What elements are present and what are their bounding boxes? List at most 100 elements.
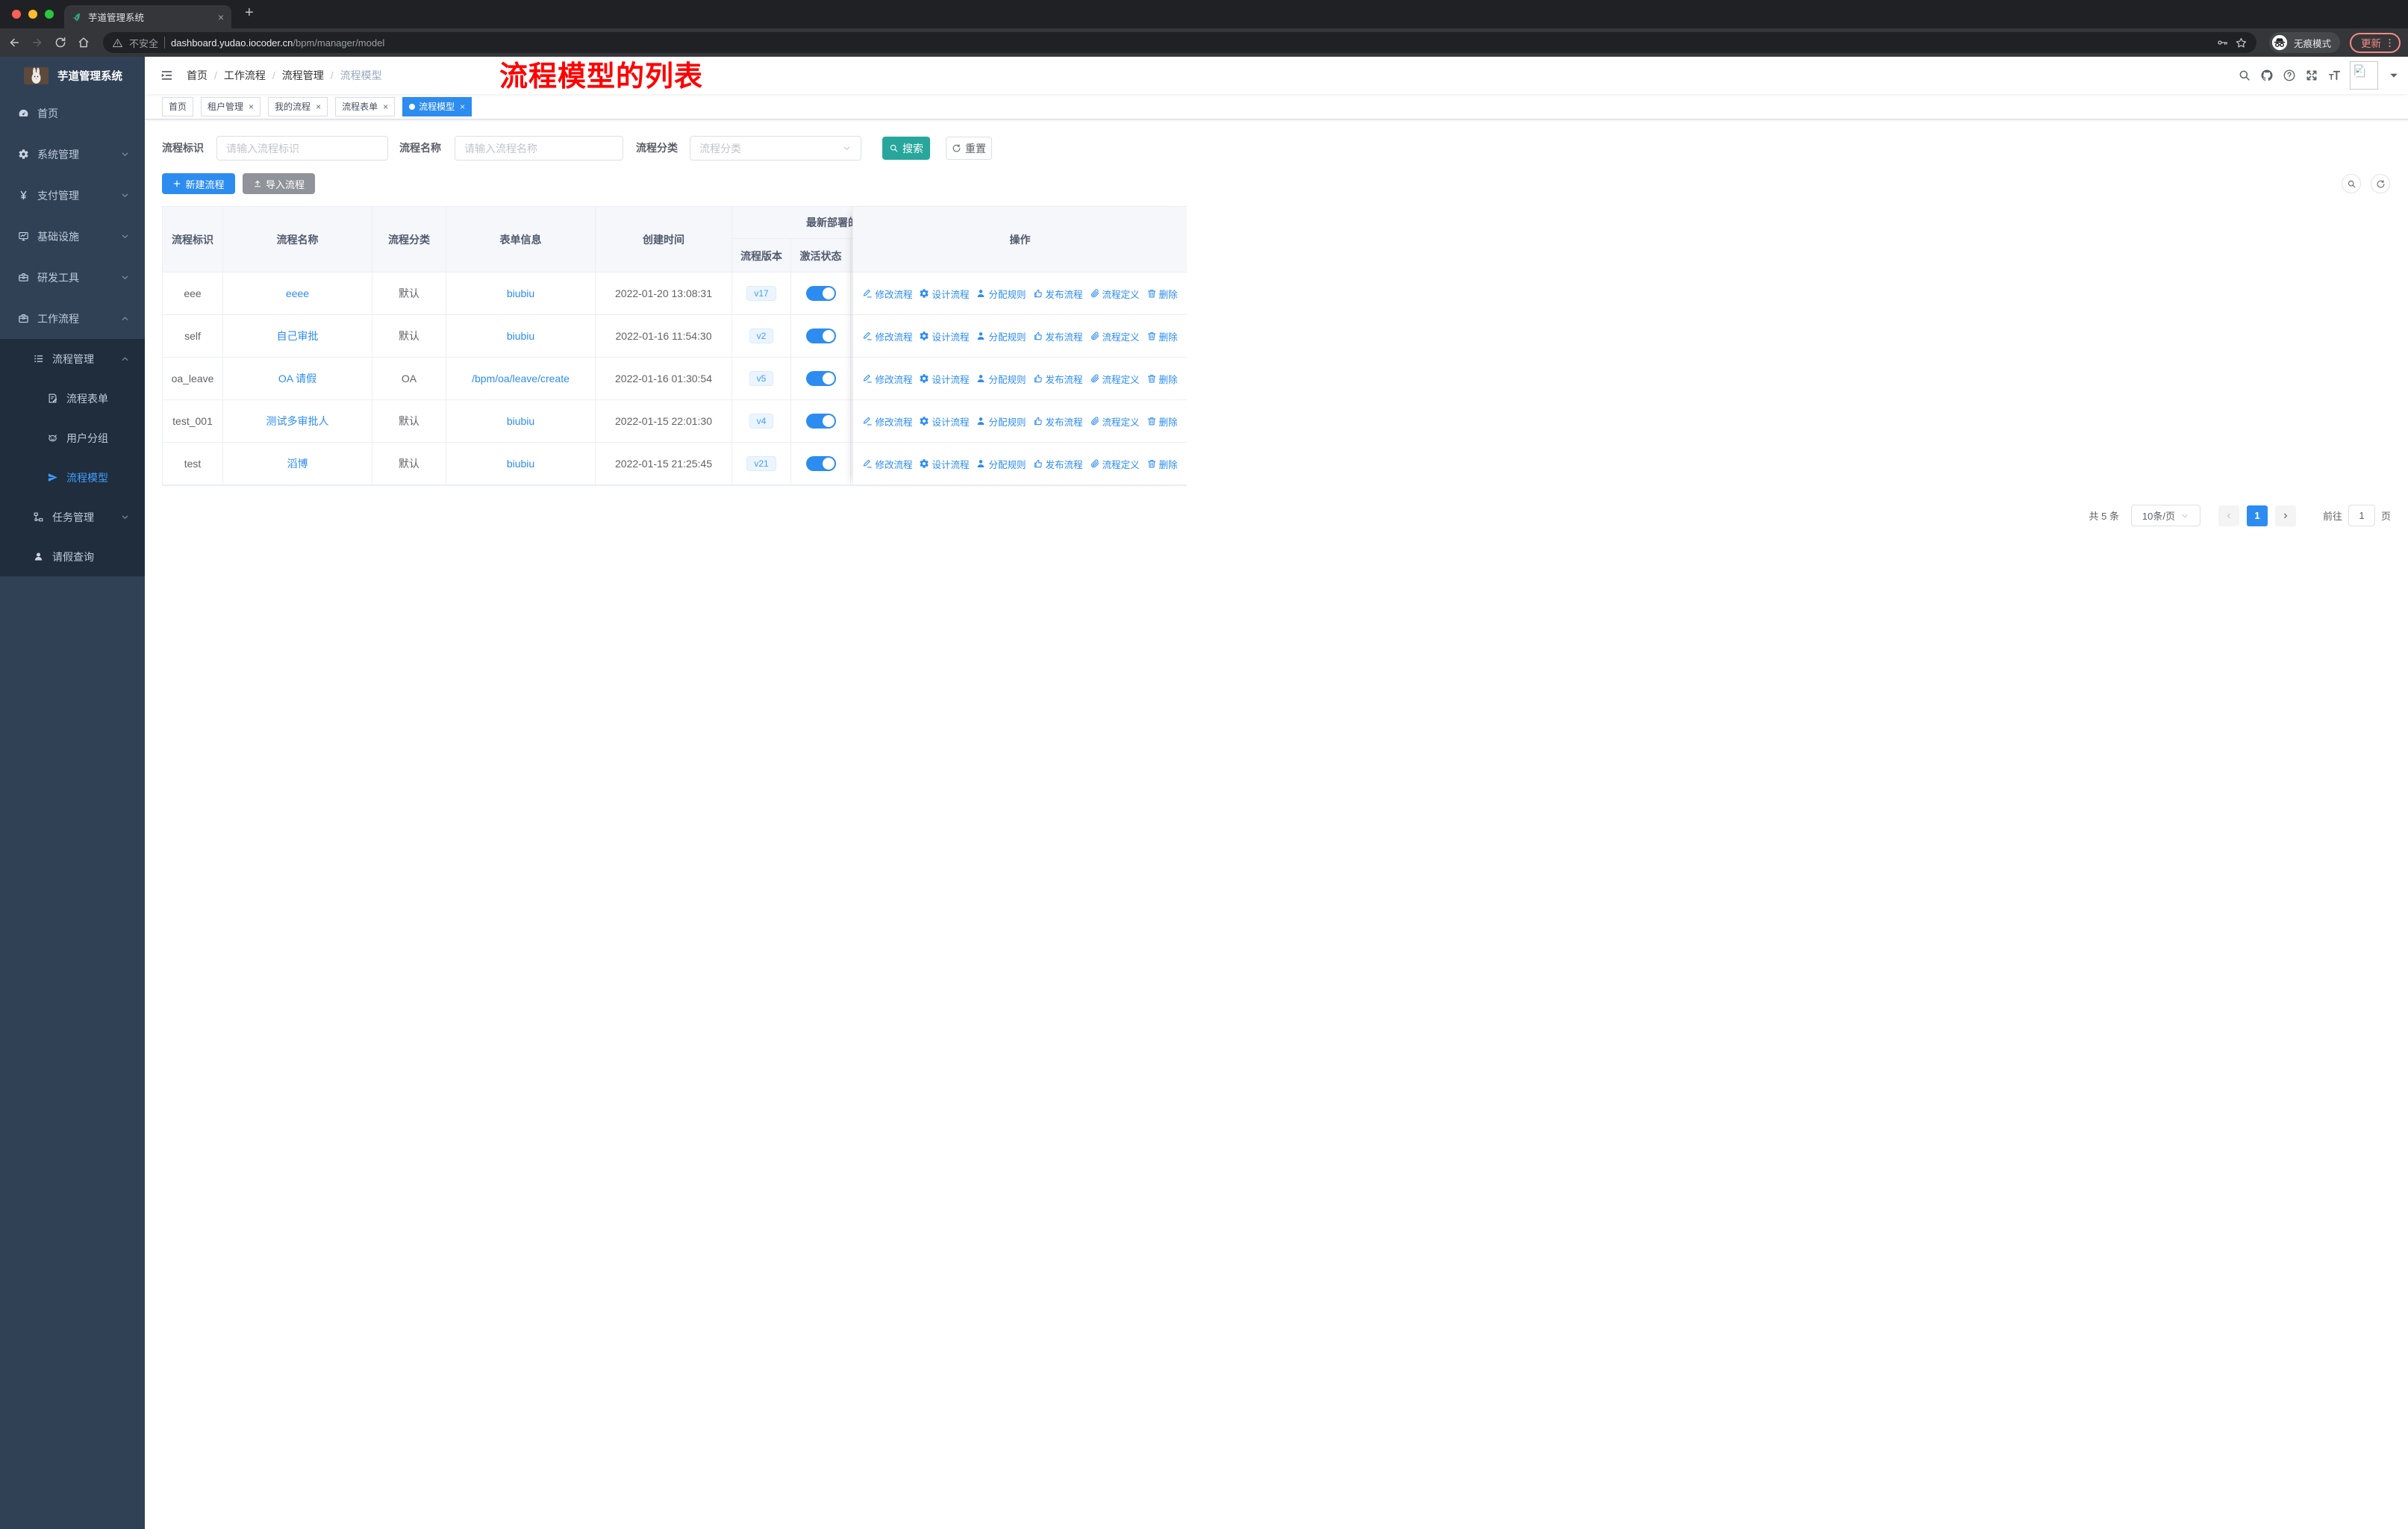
sidebar-item-流程管理[interactable]: 流程管理 [0,339,145,379]
action-设计流程[interactable]: 设计流程 [919,372,969,386]
page-size-select[interactable]: 10条/页 [2130,505,2200,526]
close-tag-icon[interactable]: × [316,102,321,112]
refresh-table-button[interactable] [2371,174,2390,193]
action-发布流程[interactable]: 发布流程 [1033,372,1083,386]
sidebar-item-流程表单[interactable]: 流程表单 [0,379,145,418]
active-toggle[interactable] [805,414,836,429]
close-tab-icon[interactable]: × [218,11,224,23]
action-设计流程[interactable]: 设计流程 [919,329,969,343]
next-page-button[interactable]: › [2274,505,2296,526]
action-修改流程[interactable]: 修改流程 [862,457,912,471]
action-设计流程[interactable]: 设计流程 [919,457,969,471]
form-info-link[interactable]: /bpm/oa/leave/create [472,373,570,384]
update-browser-button[interactable]: 更新 [2350,32,2401,53]
password-key-icon[interactable] [2217,37,2229,49]
current-page-button[interactable]: 1 [2246,505,2268,526]
action-删除[interactable]: 删除 [1147,457,1178,471]
action-删除[interactable]: 删除 [1147,329,1178,343]
prev-page-button[interactable]: ‹ [2218,505,2239,526]
collapse-sidebar-icon[interactable] [160,69,174,82]
back-icon[interactable] [7,36,21,49]
action-删除[interactable]: 删除 [1147,287,1178,301]
action-修改流程[interactable]: 修改流程 [862,414,912,429]
sidebar-item-流程模型[interactable]: 流程模型 [0,458,145,497]
action-流程定义[interactable]: 流程定义 [1090,457,1140,471]
process-name-link[interactable]: 测试多审批人 [266,414,329,429]
action-发布流程[interactable]: 发布流程 [1033,329,1083,343]
font-size-icon[interactable] [2327,69,2341,82]
action-分配规则[interactable]: 分配规则 [976,457,1026,471]
search-button[interactable]: 搜索 [882,137,930,160]
github-icon[interactable] [2260,69,2274,82]
process-name-link[interactable]: 滔博 [287,456,308,471]
form-info-link[interactable]: biubiu [507,415,534,427]
minimize-window-button[interactable] [28,10,37,19]
process-name-input[interactable]: 请输入流程名称 [455,136,623,161]
breadcrumb-item[interactable]: 工作流程 [224,68,266,83]
sidebar-item-任务管理[interactable]: 任务管理 [0,497,145,537]
active-toggle[interactable] [805,371,836,386]
sidebar-item-系统管理[interactable]: 系统管理 [0,134,145,175]
sidebar-item-用户分组[interactable]: 用户分组 [0,418,145,458]
action-设计流程[interactable]: 设计流程 [919,414,969,429]
action-流程定义[interactable]: 流程定义 [1090,329,1140,343]
tag-流程表单[interactable]: 流程表单 × [335,96,396,116]
action-修改流程[interactable]: 修改流程 [862,329,912,343]
home-icon[interactable] [77,36,90,49]
active-toggle[interactable] [805,328,836,343]
breadcrumb-item[interactable]: 流程管理 [282,68,324,83]
tag-首页[interactable]: 首页 [162,96,194,116]
close-tag-icon[interactable]: × [460,102,465,112]
form-info-link[interactable]: biubiu [507,458,534,470]
address-bar[interactable]: 不安全 dashboard.yudao.iocoder.cn/bpm/manag… [103,32,2256,53]
goto-page-input[interactable]: 1 [2348,505,2375,526]
form-info-link[interactable]: biubiu [507,287,534,299]
process-name-link[interactable]: eeee [286,287,309,299]
sidebar-logo[interactable]: 芋道管理系统 [0,57,145,94]
close-window-button[interactable] [12,10,21,19]
action-设计流程[interactable]: 设计流程 [919,287,969,301]
help-icon[interactable] [2283,69,2296,82]
create-process-button[interactable]: 新建流程 [162,173,235,194]
action-分配规则[interactable]: 分配规则 [976,414,1026,429]
tag-我的流程[interactable]: 我的流程 × [268,96,328,116]
form-info-link[interactable]: biubiu [507,330,534,342]
tag-租户管理[interactable]: 租户管理 × [201,96,261,116]
action-删除[interactable]: 删除 [1147,372,1178,386]
avatar[interactable] [2350,61,2378,90]
reset-button[interactable]: 重置 [946,137,992,160]
new-tab-button[interactable]: + [245,4,254,22]
close-tag-icon[interactable]: × [249,102,254,112]
forward-icon[interactable] [31,36,44,49]
breadcrumb-item[interactable]: 首页 [187,68,208,83]
fullscreen-icon[interactable] [2305,69,2318,82]
sidebar-item-工作流程[interactable]: 工作流程 [0,298,145,339]
sidebar-item-支付管理[interactable]: 支付管理 [0,175,145,216]
security-warning-icon[interactable] [112,37,123,49]
action-修改流程[interactable]: 修改流程 [862,372,912,386]
active-toggle[interactable] [805,456,836,471]
sidebar-item-研发工具[interactable]: 研发工具 [0,257,145,298]
action-发布流程[interactable]: 发布流程 [1033,457,1083,471]
action-分配规则[interactable]: 分配规则 [976,372,1026,386]
import-process-button[interactable]: 导入流程 [243,173,315,194]
close-tag-icon[interactable]: × [383,102,388,112]
action-发布流程[interactable]: 发布流程 [1033,287,1083,301]
category-select[interactable]: 流程分类 [690,136,861,161]
maximize-window-button[interactable] [45,10,54,19]
tag-流程模型[interactable]: 流程模型 × [402,96,472,116]
browser-menu-icon[interactable] [2384,37,2395,49]
action-流程定义[interactable]: 流程定义 [1090,287,1140,301]
action-流程定义[interactable]: 流程定义 [1090,372,1140,386]
active-toggle[interactable] [805,286,836,301]
action-修改流程[interactable]: 修改流程 [862,287,912,301]
sidebar-item-首页[interactable]: 首页 [0,93,145,134]
browser-tab[interactable]: 芋道管理系统 × [64,5,231,28]
action-发布流程[interactable]: 发布流程 [1033,414,1083,429]
action-分配规则[interactable]: 分配规则 [976,287,1026,301]
action-删除[interactable]: 删除 [1147,414,1178,429]
process-name-link[interactable]: OA 请假 [278,371,316,386]
sidebar-item-基础设施[interactable]: 基础设施 [0,216,145,257]
bookmark-star-icon[interactable] [2235,37,2248,49]
action-分配规则[interactable]: 分配规则 [976,329,1026,343]
